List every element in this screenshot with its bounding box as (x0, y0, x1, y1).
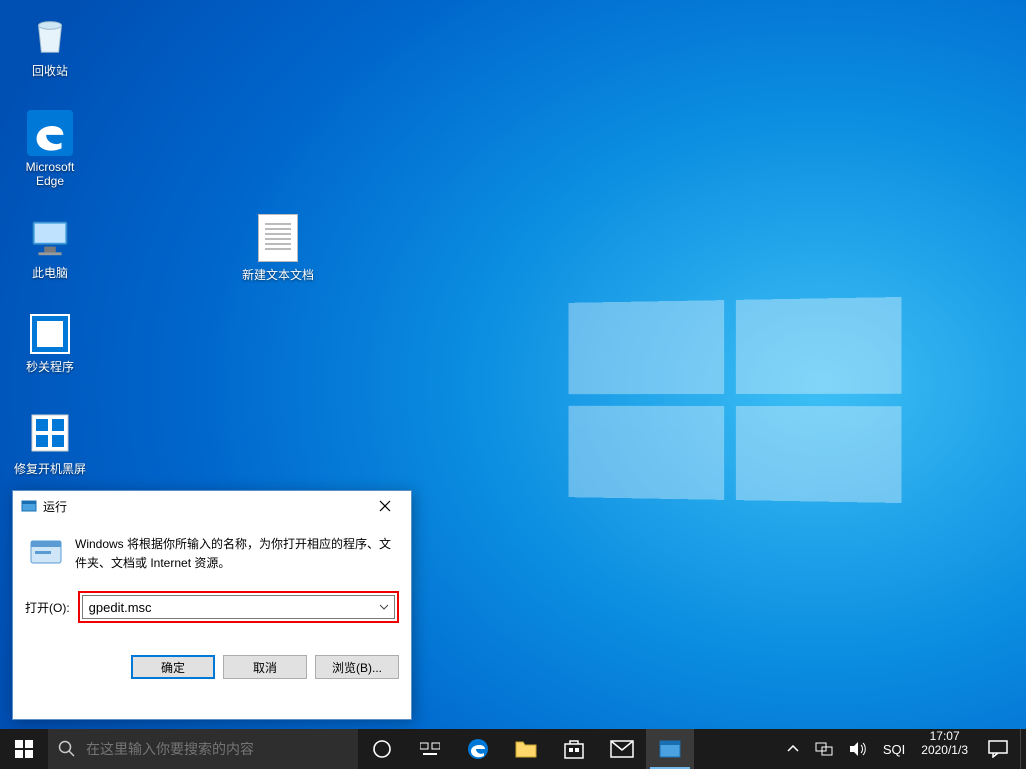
edge-icon (27, 110, 73, 156)
task-view-icon (420, 741, 440, 757)
close-button[interactable] (363, 492, 407, 520)
taskbar-search[interactable] (48, 729, 358, 769)
taskbar-app-mail[interactable] (598, 729, 646, 769)
taskbar-app-edge[interactable] (454, 729, 502, 769)
ok-button[interactable]: 确定 (131, 655, 215, 679)
start-button[interactable] (0, 729, 48, 769)
folder-icon (515, 739, 537, 759)
mail-icon (610, 740, 634, 758)
wallpaper-windows-logo (568, 297, 901, 503)
volume-icon (849, 741, 867, 757)
desktop-icon-sec-close[interactable]: 秒关程序 (10, 314, 90, 375)
notification-icon (988, 740, 1008, 758)
chevron-up-icon (787, 745, 799, 753)
tray-network[interactable] (811, 729, 837, 769)
clock-time: 17:07 (921, 729, 968, 743)
browse-button[interactable]: 浏览(B)... (315, 655, 399, 679)
desktop-icon-label: 修复开机黑屏 (14, 462, 86, 476)
run-app-icon (659, 740, 681, 758)
cortana-button[interactable] (358, 729, 406, 769)
recycle-bin-icon (27, 12, 73, 58)
tray-ime[interactable]: SQI (879, 729, 909, 769)
text-file-icon (258, 214, 298, 262)
desktop-icon-label: 新建文本文档 (242, 268, 314, 282)
edge-icon (466, 737, 490, 761)
run-dialog-title: 运行 (43, 498, 363, 515)
desktop-icon-text-document[interactable]: 新建文本文档 (238, 214, 318, 283)
taskbar-app-run[interactable] (646, 729, 694, 769)
desktop-icon-label: 回收站 (32, 64, 68, 78)
taskbar-clock[interactable]: 17:07 2020/1/3 (913, 729, 976, 769)
cortana-icon (372, 739, 392, 759)
desktop-icon-edge[interactable]: Microsoft Edge (10, 110, 90, 188)
run-open-label: 打开(O): (25, 599, 70, 616)
run-history-dropdown[interactable] (374, 596, 394, 618)
run-dialog-titlebar[interactable]: 运行 (13, 491, 411, 521)
network-icon (815, 741, 833, 757)
desktop-icon-recycle-bin[interactable]: 回收站 (10, 12, 90, 79)
run-command-input[interactable] (83, 596, 374, 618)
desktop-icon-label: 此电脑 (32, 266, 68, 280)
action-center-button[interactable] (976, 729, 1020, 769)
run-dialog-icon (21, 498, 37, 514)
sec-close-icon (30, 314, 70, 354)
taskbar: SQI 17:07 2020/1/3 (0, 729, 1026, 769)
task-view-button[interactable] (406, 729, 454, 769)
system-tray: SQI (779, 729, 913, 769)
tray-overflow[interactable] (783, 729, 803, 769)
desktop-icon-label: Microsoft Edge (26, 160, 75, 188)
windows-icon (15, 740, 33, 758)
desktop-icon-this-pc[interactable]: 此电脑 (10, 214, 90, 281)
store-icon (563, 738, 585, 760)
tray-volume[interactable] (845, 729, 871, 769)
close-icon (379, 500, 391, 512)
chevron-down-icon (379, 604, 389, 610)
show-desktop-button[interactable] (1020, 729, 1026, 769)
desktop-icon-label: 秒关程序 (26, 360, 74, 374)
run-dialog-description: Windows 将根据你所输入的名称，为你打开相应的程序、文件夹、文档或 Int… (75, 535, 395, 573)
run-body-icon (29, 535, 63, 569)
clock-date: 2020/1/3 (921, 743, 968, 757)
taskbar-app-file-explorer[interactable] (502, 729, 550, 769)
this-pc-icon (27, 214, 73, 260)
run-input-highlight (78, 591, 399, 623)
cancel-button[interactable]: 取消 (223, 655, 307, 679)
repair-icon (27, 410, 73, 456)
run-dialog: 运行 Windows 将根据你所输入的名称，为你打开相应的程序、文件夹、文档或 … (12, 490, 412, 720)
search-icon (58, 740, 76, 758)
desktop-icon-repair-boot[interactable]: 修复开机黑屏 (10, 410, 90, 477)
taskbar-app-store[interactable] (550, 729, 598, 769)
taskbar-search-input[interactable] (86, 741, 348, 757)
